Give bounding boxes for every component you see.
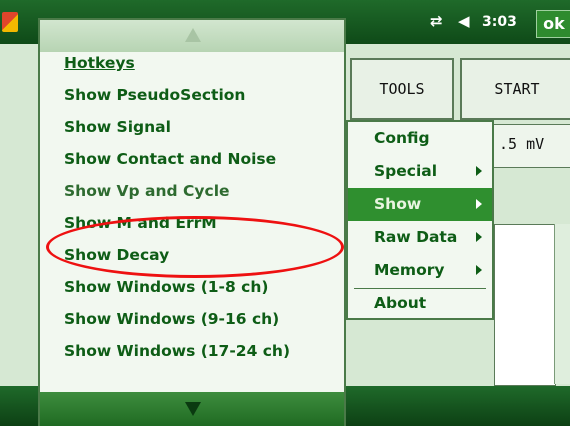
- menu-item-show-windows-1-8[interactable]: Show Windows (1-8 ch): [64, 278, 268, 296]
- menu-item-show-signal[interactable]: Show Signal: [64, 118, 171, 136]
- tools-menu: Config Special Show Raw Data Memory Abou…: [346, 120, 494, 320]
- menu-item-show[interactable]: Show: [348, 188, 492, 221]
- menu-item-show-windows-9-16[interactable]: Show Windows (9-16 ch): [64, 310, 279, 328]
- data-panel: [494, 224, 556, 386]
- speaker-icon[interactable]: ◀︎: [458, 12, 470, 30]
- menu-item-show-contact-noise[interactable]: Show Contact and Noise: [64, 150, 276, 168]
- start-button[interactable]: START: [460, 58, 570, 120]
- special-label: Special: [374, 162, 438, 180]
- network-icon: ⇄: [430, 12, 443, 30]
- submenu-arrow-icon: [476, 166, 482, 176]
- value-text: .5 mV: [499, 135, 545, 153]
- tools-button[interactable]: TOOLS: [350, 58, 454, 120]
- submenu-arrow-icon: [476, 232, 482, 242]
- up-arrow-icon: [185, 28, 201, 42]
- highlight-oval: [46, 216, 344, 278]
- menu-item-memory[interactable]: Memory: [348, 254, 492, 287]
- raw-data-label: Raw Data: [374, 228, 458, 246]
- menu-item-config[interactable]: Config: [348, 122, 492, 155]
- menu-item-show-windows-17-24[interactable]: Show Windows (17-24 ch): [64, 342, 290, 360]
- menu-item-special[interactable]: Special: [348, 155, 492, 188]
- menu-item-show-pseudosection[interactable]: Show PseudoSection: [64, 86, 245, 104]
- windows-start-icon[interactable]: [2, 12, 18, 32]
- memory-label: Memory: [374, 261, 445, 279]
- down-arrow-icon: [185, 402, 201, 416]
- value-display: .5 mV: [492, 124, 570, 168]
- ok-button[interactable]: ok: [536, 10, 570, 38]
- panel-scrollbar[interactable]: [554, 224, 570, 384]
- show-label: Show: [374, 195, 422, 213]
- menu-item-show-vp-cycle[interactable]: Show Vp and Cycle: [64, 182, 230, 200]
- submenu-arrow-icon: [476, 199, 482, 209]
- scroll-up-button[interactable]: [40, 20, 344, 52]
- clock[interactable]: 3:03: [482, 14, 517, 30]
- menu-item-hotkeys[interactable]: Hotkeys: [64, 54, 135, 72]
- submenu-arrow-icon: [476, 265, 482, 275]
- menu-item-about[interactable]: About: [348, 287, 492, 320]
- menu-item-raw-data[interactable]: Raw Data: [348, 221, 492, 254]
- scroll-down-button[interactable]: [40, 392, 344, 426]
- show-menu: Hotkeys Show PseudoSection Show Signal S…: [38, 18, 346, 426]
